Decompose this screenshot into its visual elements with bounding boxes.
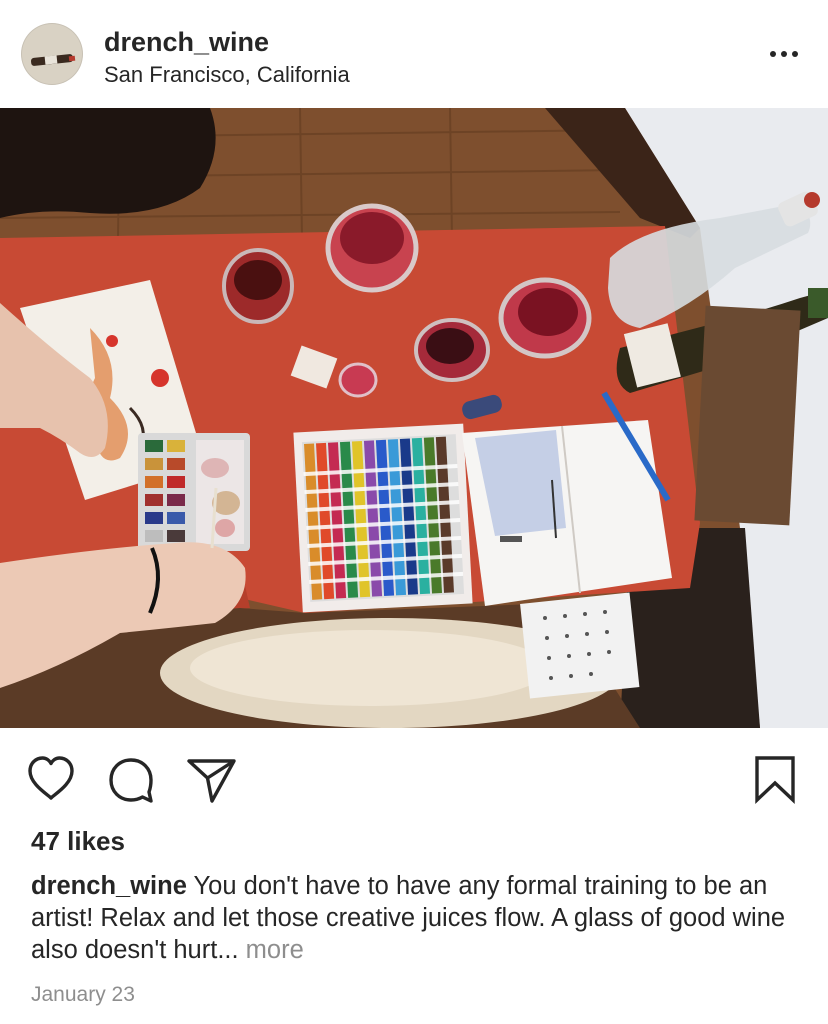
- comment-icon[interactable]: [104, 752, 158, 806]
- bookmark-icon[interactable]: [748, 752, 802, 806]
- post-username[interactable]: drench_wine: [104, 26, 269, 58]
- post-caption: drench_wine You don't have to have any f…: [31, 870, 811, 966]
- post-date: January 23: [31, 983, 135, 1006]
- post-photo-illustration: [0, 108, 828, 728]
- post-header: drench_wine San Francisco, California: [0, 0, 828, 108]
- avatar-bottle-cap: [68, 55, 76, 62]
- post-image[interactable]: [0, 108, 828, 728]
- more-dot: [781, 51, 787, 57]
- heart-icon[interactable]: [24, 752, 78, 806]
- post-actions: [0, 728, 828, 824]
- likes-count[interactable]: 47 likes: [31, 825, 125, 857]
- more-dot: [792, 51, 798, 57]
- post-location[interactable]: San Francisco, California: [104, 61, 350, 89]
- avatar-bottle-label: [44, 55, 58, 65]
- caption-more-link[interactable]: more: [246, 936, 304, 964]
- more-dot: [770, 51, 776, 57]
- avatar[interactable]: [21, 23, 83, 85]
- caption-username[interactable]: drench_wine: [31, 872, 187, 900]
- more-horizontal-icon[interactable]: [760, 40, 808, 68]
- paper-plane-icon[interactable]: [184, 752, 238, 806]
